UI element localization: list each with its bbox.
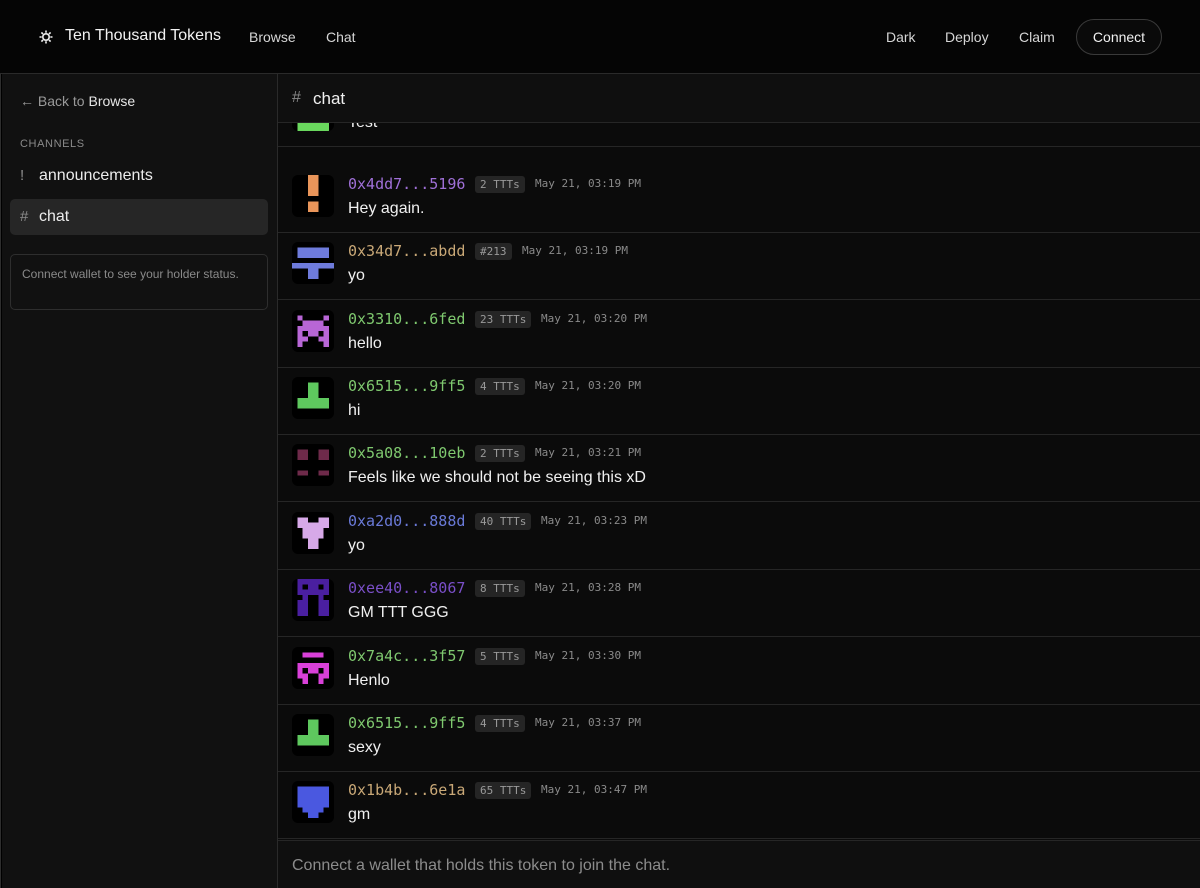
message-timestamp: May 21, 03:20 PM	[541, 312, 647, 325]
message-text: yo	[348, 537, 365, 554]
message-text: yo	[348, 267, 365, 284]
theme-toggle-dark[interactable]: Dark	[886, 29, 916, 45]
message-timestamp: May 21, 03:20 PM	[535, 379, 641, 392]
message-row: 0x6515...9ff5 4 TTTs May 21, 03:20 PM hi	[278, 368, 1200, 435]
back-prefix: ← Back to	[20, 93, 85, 109]
sender-address[interactable]: 0xee40...8067	[348, 579, 465, 597]
channel-item-announcements[interactable]: ! announcements	[10, 158, 268, 194]
holdings-badge: 4 TTTs	[475, 715, 525, 732]
message-timestamp: May 21, 03:47 PM	[541, 783, 647, 796]
message-timestamp: May 21, 03:37 PM	[535, 716, 641, 729]
pixel-avatar-icon[interactable]	[292, 444, 334, 486]
pixel-avatar-icon[interactable]	[292, 647, 334, 689]
holdings-badge: 23 TTTs	[475, 311, 532, 328]
app-window: ← Back to Browse CHANNELS ! announcement…	[0, 74, 1200, 888]
gear-logo-icon[interactable]	[38, 28, 54, 46]
message-text: GM TTT GGG	[348, 604, 449, 621]
message-timestamp: May 21, 03:30 PM	[535, 649, 641, 662]
holder-status-box: Connect wallet to see your holder status…	[10, 254, 268, 310]
message-row: 0x3310...6fed 23 TTTs May 21, 03:20 PM hell…	[278, 301, 1200, 368]
holdings-badge: 40 TTTs	[475, 513, 532, 530]
pixel-avatar-icon[interactable]	[292, 242, 334, 284]
channel-item-chat[interactable]: # chat	[10, 199, 268, 235]
sender-address[interactable]: 0x6515...9ff5	[348, 377, 465, 395]
top-navigation: Ten Thousand Tokens Browse Chat Dark Dep…	[0, 0, 1200, 74]
pixel-avatar-icon[interactable]	[292, 175, 334, 217]
sender-address[interactable]: 0x34d7...abdd	[348, 242, 465, 260]
message-timestamp: May 21, 03:28 PM	[535, 581, 641, 594]
sidebar: ← Back to Browse CHANNELS ! announcement…	[2, 74, 278, 888]
message-text: Feels like we should not be seeing this …	[348, 469, 646, 486]
message-row: 0x7a4c...3f57 5 TTTs May 21, 03:30 PM Henlo	[278, 638, 1200, 705]
holdings-badge: 8 TTTs	[475, 580, 525, 597]
sender-address[interactable]: 0x1b4b...6e1a	[348, 781, 465, 799]
nav-claim[interactable]: Claim	[1019, 29, 1055, 45]
message-row: 0x34d7...abdd #213 May 21, 03:19 PM yo	[278, 233, 1200, 300]
pixel-avatar-icon[interactable]	[292, 512, 334, 554]
holdings-badge: 65 TTTs	[475, 782, 532, 799]
sender-address[interactable]: 0x6515...9ff5	[348, 714, 465, 732]
hash-icon: #	[292, 89, 301, 106]
message-timestamp: May 21, 03:19 PM	[522, 244, 628, 257]
message-row: 0x6515...9ff5 4 TTTs May 21, 03:37 PM sexy	[278, 705, 1200, 772]
back-to-browse-link[interactable]: ← Back to Browse	[20, 93, 135, 109]
sender-address[interactable]: 0x5a08...10eb	[348, 444, 465, 462]
message-row: 0xee40...8067 8 TTTs May 21, 03:28 PM GM TT…	[278, 570, 1200, 637]
message-row: Rhynotic10 TTTsADMINMay 21, 03:00 PMTest	[278, 123, 1200, 147]
nav-deploy[interactable]: Deploy	[945, 29, 989, 45]
channels-heading: CHANNELS	[20, 138, 85, 150]
brand-name[interactable]: Ten Thousand Tokens	[65, 27, 221, 45]
pixel-avatar-icon[interactable]	[292, 714, 334, 756]
holdings-badge: 4 TTTs	[475, 378, 525, 395]
message-text: hi	[348, 402, 361, 419]
message-timestamp: May 21, 03:21 PM	[535, 446, 641, 459]
chat-panel: # chat Rhynotic10 TTTsADMINMay 21, 03:00…	[278, 74, 1200, 888]
pixel-avatar-icon[interactable]	[292, 310, 334, 352]
message-text: Hey again.	[348, 200, 425, 217]
chat-header: # chat	[278, 74, 1200, 123]
message-row: 0xa2d0...888d 40 TTTs May 21, 03:23 PM yo	[278, 503, 1200, 570]
sender-address[interactable]: 0x4dd7...5196	[348, 175, 465, 193]
hash-icon: #	[20, 208, 29, 225]
message-timestamp: May 21, 03:23 PM	[541, 514, 647, 527]
back-target: Browse	[88, 93, 136, 109]
sender-address[interactable]: 0xa2d0...888d	[348, 512, 465, 530]
message-text: hello	[348, 335, 382, 352]
message-text: gm	[348, 806, 371, 823]
pixel-avatar-icon[interactable]	[292, 377, 334, 419]
channel-name: announcements	[39, 167, 153, 184]
message-row: 0x4dd7...5196 2 TTTs May 21, 03:19 PM Hey a…	[278, 166, 1200, 233]
exclamation-icon: !	[20, 167, 25, 184]
message-list[interactable]: Rhynotic10 TTTsADMINMay 21, 03:00 PMTest…	[278, 123, 1200, 841]
nav-browse[interactable]: Browse	[249, 29, 296, 45]
channel-title: chat	[313, 89, 346, 108]
holdings-badge: 2 TTTs	[475, 176, 525, 193]
holdings-badge: 5 TTTs	[475, 648, 525, 665]
sender-address[interactable]: 0x3310...6fed	[348, 310, 465, 328]
chat-footer: Connect a wallet that holds this token t…	[278, 840, 1200, 888]
pixel-avatar-icon[interactable]	[292, 781, 334, 823]
pixel-avatar-icon[interactable]	[292, 123, 334, 131]
message-row: 0x5a08...10eb 2 TTTs May 21, 03:21 PM Feels…	[278, 435, 1200, 502]
sender-address[interactable]: 0x7a4c...3f57	[348, 647, 465, 665]
message-text: sexy	[348, 739, 381, 756]
message-timestamp: May 21, 03:19 PM	[535, 177, 641, 190]
channel-name: chat	[39, 208, 70, 225]
message-text: Henlo	[348, 672, 390, 689]
message-text: Test	[348, 123, 377, 132]
join-chat-note: Connect a wallet that holds this token t…	[292, 857, 671, 874]
pixel-avatar-icon[interactable]	[292, 579, 334, 621]
holdings-badge: #213	[475, 243, 512, 260]
holdings-badge: 2 TTTs	[475, 445, 525, 462]
connect-button[interactable]: Connect	[1076, 19, 1162, 55]
nav-chat[interactable]: Chat	[326, 29, 356, 45]
message-row: 0x1b4b...6e1a 65 TTTs May 21, 03:47 PM gm	[278, 772, 1200, 839]
